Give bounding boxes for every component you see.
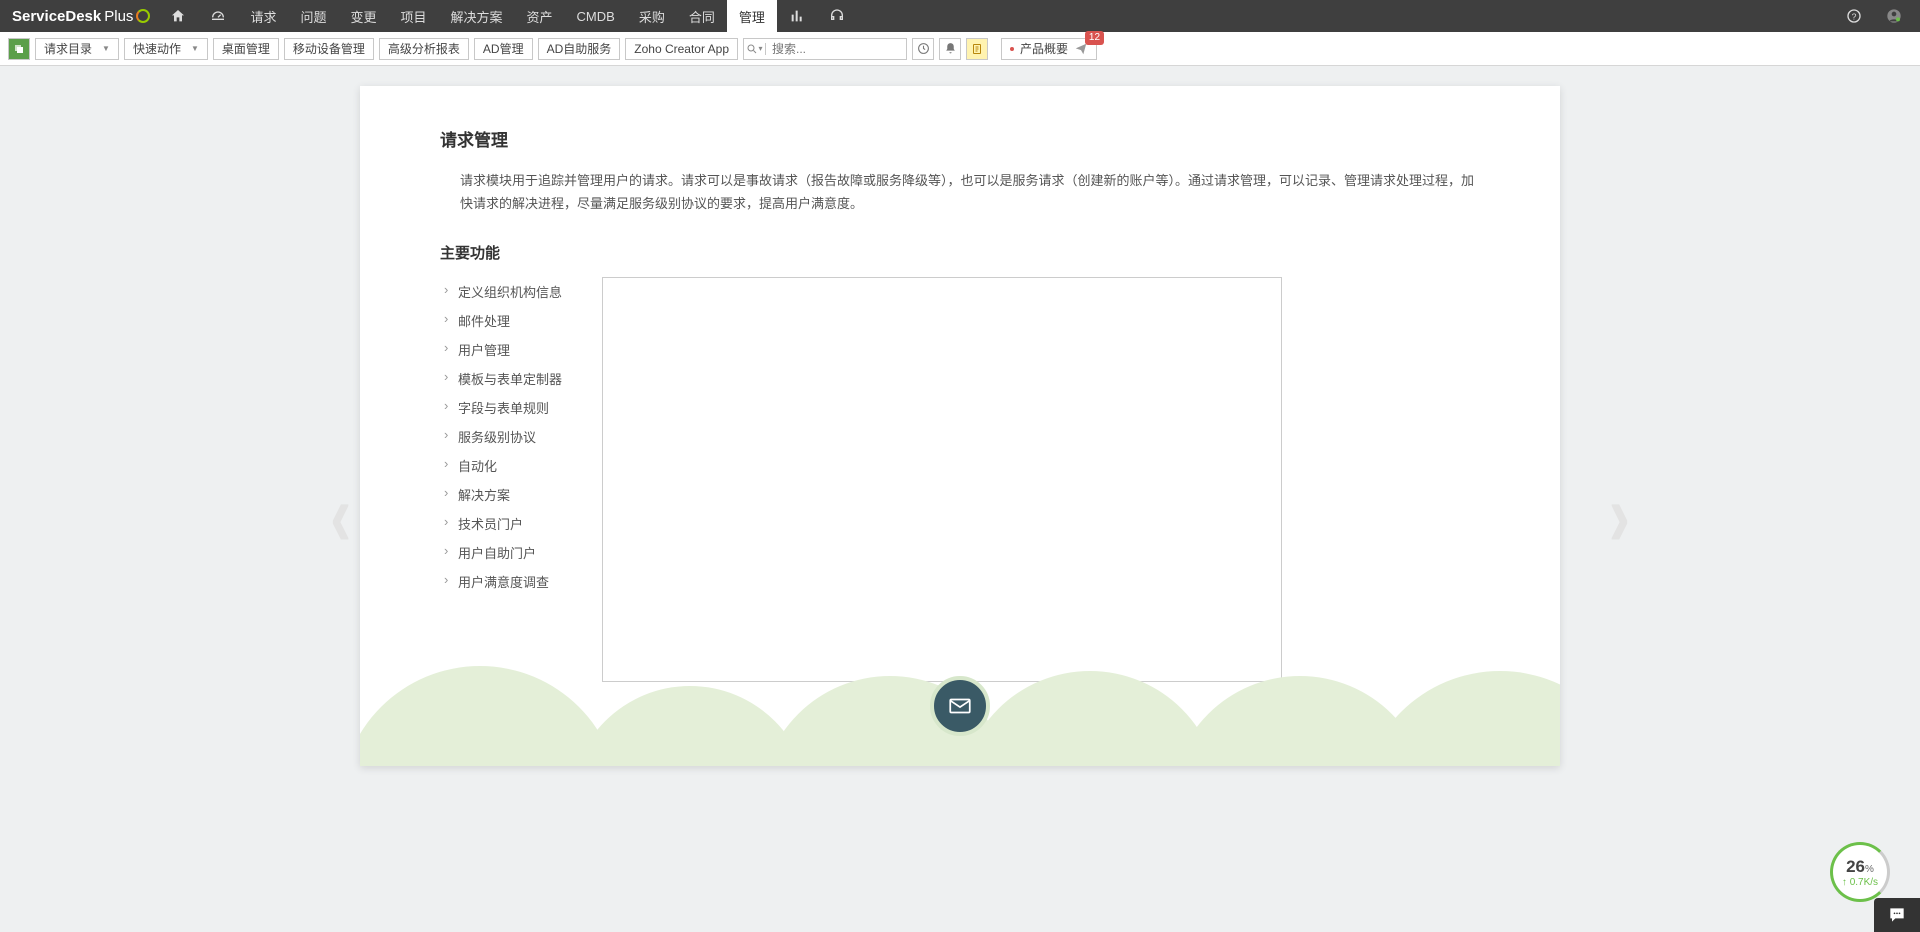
notes-icon[interactable] bbox=[966, 38, 988, 60]
reports-icon[interactable] bbox=[777, 0, 817, 32]
dashboard-icon[interactable] bbox=[198, 0, 238, 32]
new-request-icon[interactable] bbox=[8, 38, 30, 60]
toolbar-link-5[interactable]: Zoho Creator App bbox=[625, 38, 738, 60]
feature-item-2[interactable]: 用户管理 bbox=[440, 335, 562, 364]
secondary-toolbar: 请求目录▼ 快速动作▼ 桌面管理移动设备管理高级分析报表AD管理AD自助服务Zo… bbox=[0, 32, 1920, 66]
feature-item-6[interactable]: 自动化 bbox=[440, 451, 562, 480]
next-arrow[interactable]: › bbox=[1609, 488, 1630, 542]
nav-tab-3[interactable]: 项目 bbox=[388, 0, 438, 32]
content-card: 请求管理 请求模块用于追踪并管理用户的请求。请求可以是事故请求（报告故障或服务降… bbox=[360, 86, 1560, 766]
product-badge: 12 bbox=[1085, 31, 1104, 45]
feature-item-9[interactable]: 用户自助门户 bbox=[440, 538, 562, 567]
svg-text:?: ? bbox=[1852, 11, 1857, 21]
feature-item-4[interactable]: 字段与表单规则 bbox=[440, 393, 562, 422]
feature-item-5[interactable]: 服务级别协议 bbox=[440, 422, 562, 451]
product-overview-button[interactable]: 产品概要 12 bbox=[1001, 38, 1097, 60]
feature-item-10[interactable]: 用户满意度调查 bbox=[440, 567, 562, 596]
nav-tab-4[interactable]: 解决方案 bbox=[439, 0, 515, 32]
recent-items-icon[interactable] bbox=[912, 38, 934, 60]
top-navigation: ServiceDeskPlus 请求问题变更项目解决方案资产CMDB采购合同管理… bbox=[0, 0, 1920, 32]
search-box: ▾ bbox=[743, 38, 907, 60]
features-heading: 主要功能 bbox=[440, 242, 1480, 263]
help-icon[interactable]: ? bbox=[1834, 0, 1874, 32]
support-icon[interactable] bbox=[817, 0, 857, 32]
nav-tab-9[interactable]: 管理 bbox=[727, 0, 777, 32]
feature-item-7[interactable]: 解决方案 bbox=[440, 480, 562, 509]
prev-arrow[interactable]: ‹ bbox=[330, 488, 351, 542]
nav-tab-7[interactable]: 采购 bbox=[627, 0, 677, 32]
nav-tab-0[interactable]: 请求 bbox=[238, 0, 288, 32]
request-catalog-dropdown[interactable]: 请求目录▼ bbox=[35, 38, 119, 60]
feature-list: 定义组织机构信息邮件处理用户管理模板与表单定制器字段与表单规则服务级别协议自动化… bbox=[440, 277, 562, 682]
user-avatar-icon[interactable] bbox=[1874, 0, 1920, 32]
search-input[interactable] bbox=[766, 39, 906, 59]
toolbar-link-0[interactable]: 桌面管理 bbox=[213, 38, 279, 60]
feature-item-3[interactable]: 模板与表单定制器 bbox=[440, 364, 562, 393]
quick-actions-dropdown[interactable]: 快速动作▼ bbox=[124, 38, 208, 60]
toolbar-link-1[interactable]: 移动设备管理 bbox=[284, 38, 374, 60]
feature-item-1[interactable]: 邮件处理 bbox=[440, 306, 562, 335]
nav-tab-1[interactable]: 问题 bbox=[288, 0, 338, 32]
feature-item-8[interactable]: 技术员门户 bbox=[440, 509, 562, 538]
toolbar-link-3[interactable]: AD管理 bbox=[474, 38, 533, 60]
toolbar-link-2[interactable]: 高级分析报表 bbox=[379, 38, 469, 60]
home-icon[interactable] bbox=[158, 0, 198, 32]
performance-widget[interactable]: 26% ↑ 0.7K/s bbox=[1830, 842, 1890, 902]
toolbar-link-4[interactable]: AD自助服务 bbox=[538, 38, 621, 60]
chat-icon[interactable] bbox=[1874, 898, 1920, 932]
feature-item-0[interactable]: 定义组织机构信息 bbox=[440, 277, 562, 306]
preview-frame bbox=[602, 277, 1282, 682]
page-description: 请求模块用于追踪并管理用户的请求。请求可以是事故请求（报告故障或服务降级等），也… bbox=[460, 169, 1480, 216]
app-logo[interactable]: ServiceDeskPlus bbox=[0, 8, 158, 25]
nav-tab-2[interactable]: 变更 bbox=[338, 0, 388, 32]
search-icon[interactable]: ▾ bbox=[744, 43, 766, 55]
nav-tab-6[interactable]: CMDB bbox=[565, 0, 627, 32]
nav-tab-8[interactable]: 合同 bbox=[677, 0, 727, 32]
page-title: 请求管理 bbox=[440, 126, 1480, 151]
notifications-icon[interactable] bbox=[939, 38, 961, 60]
mail-button[interactable] bbox=[930, 676, 990, 736]
nav-tab-5[interactable]: 资产 bbox=[515, 0, 565, 32]
